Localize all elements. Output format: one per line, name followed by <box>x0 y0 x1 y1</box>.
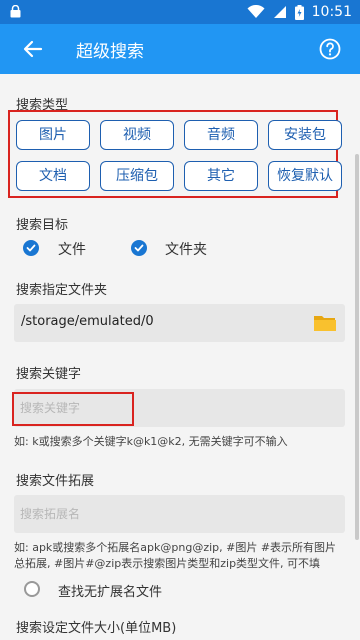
folder-icon[interactable] <box>313 313 337 333</box>
search-target-label: 搜索目标 <box>16 218 69 233</box>
page-title: 超级搜索 <box>76 42 144 62</box>
keyword-label: 搜索关键字 <box>16 367 82 382</box>
no-extension-radio[interactable] <box>24 581 40 597</box>
no-extension-label: 查找无扩展名文件 <box>58 585 163 600</box>
lock-icon <box>10 5 21 18</box>
folder-label: 搜索指定文件夹 <box>16 283 108 298</box>
type-button-audio[interactable]: 音频 <box>184 120 258 150</box>
type-button-image[interactable]: 图片 <box>16 120 90 150</box>
type-button-other[interactable]: 其它 <box>184 161 258 191</box>
status-bar: 10:51 <box>0 0 360 24</box>
option-folder-label: 文件夹 <box>165 242 207 258</box>
type-button-apk[interactable]: 安装包 <box>268 120 342 150</box>
content-area: 搜索类型 图片 视频 音频 安装包 文档 压缩包 其它 恢复默认 搜索目标 文件… <box>0 74 360 640</box>
help-icon[interactable] <box>318 37 342 61</box>
checkbox-folder[interactable] <box>131 240 147 256</box>
check-icon <box>134 244 144 252</box>
extension-hint: 如: apk或搜索多个拓展名apk@png@zip, #图片 #表示所有图片总拓… <box>14 541 337 570</box>
signal-icon <box>273 6 286 18</box>
type-button-document[interactable]: 文档 <box>16 161 90 191</box>
checkbox-file[interactable] <box>23 240 39 256</box>
extension-input[interactable] <box>20 495 338 533</box>
app-bar: 超级搜索 <box>0 24 360 74</box>
size-label: 搜索设定文件大小(单位MB) <box>16 621 177 636</box>
folder-field[interactable]: /storage/emulated/0 <box>14 304 345 342</box>
type-button-reset[interactable]: 恢复默认 <box>268 161 342 191</box>
status-time: 10:51 <box>311 4 352 20</box>
type-button-video[interactable]: 视频 <box>100 120 174 150</box>
wifi-icon <box>247 5 265 18</box>
extension-label: 搜索文件拓展 <box>16 474 95 489</box>
type-button-archive[interactable]: 压缩包 <box>100 161 174 191</box>
extension-field[interactable] <box>14 495 345 533</box>
scrollbar[interactable] <box>355 154 359 540</box>
check-icon <box>26 244 36 252</box>
option-file-label: 文件 <box>58 242 86 258</box>
folder-path-value: /storage/emulated/0 <box>21 314 154 329</box>
highlight-box-keyword <box>12 392 134 426</box>
keyword-hint: 如: k或搜索多个关键字k@k1@k2, 无需关键字可不输入 <box>14 435 288 448</box>
battery-icon <box>294 4 304 20</box>
back-arrow-icon[interactable] <box>20 36 46 62</box>
